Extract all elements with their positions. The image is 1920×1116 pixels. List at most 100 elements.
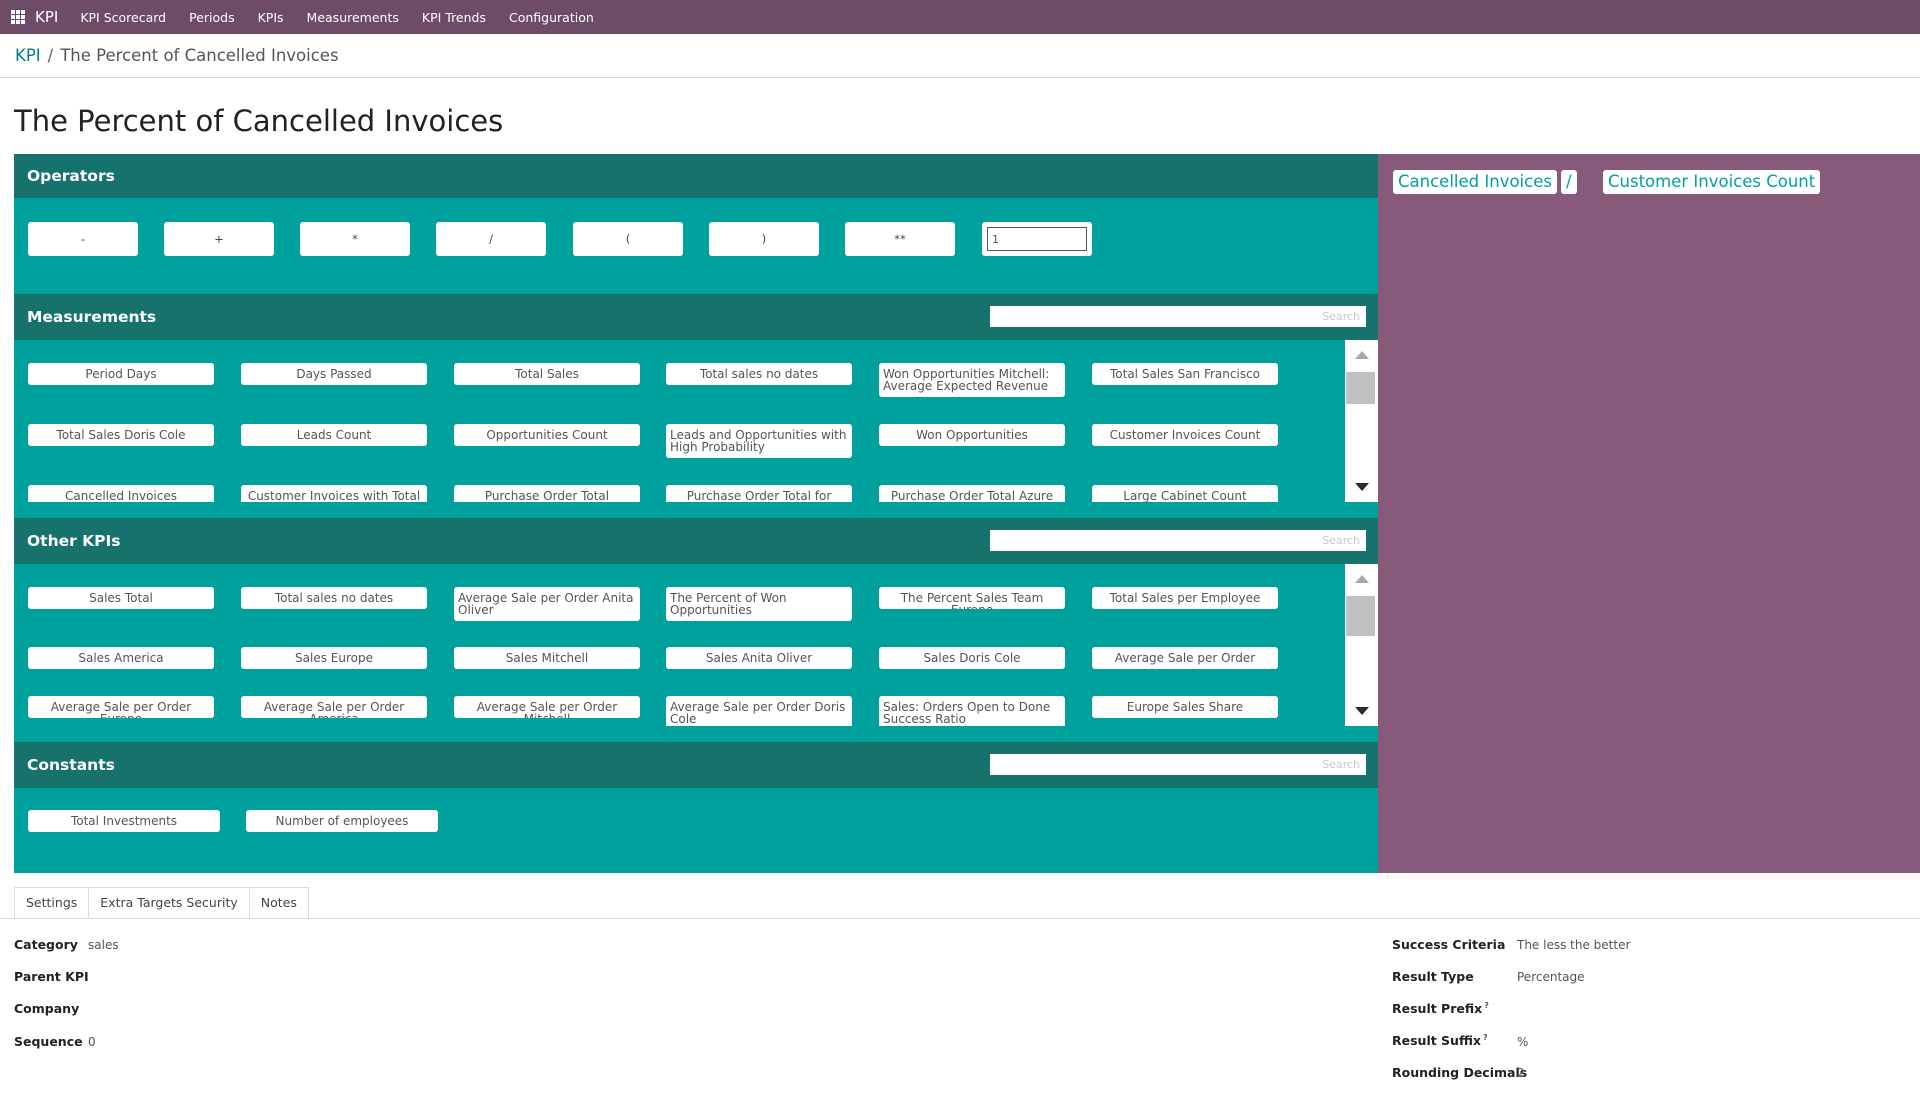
operator-close-paren-button[interactable]: )	[709, 222, 819, 256]
constants-title: Constants	[27, 756, 115, 774]
measurement-item[interactable]: Won Opportunities	[879, 424, 1065, 446]
constants-list: Total Investments Number of employees	[14, 788, 1378, 868]
result-type-label: Result Type	[1392, 969, 1474, 984]
kpi-item[interactable]: Sales: Orders Open to Done Success Ratio	[879, 696, 1065, 726]
measurements-title: Measurements	[27, 308, 157, 326]
measurement-item[interactable]: Purchase Order Total Azure	[879, 485, 1065, 502]
measurement-item[interactable]: Purchase Order Total for Orders	[666, 485, 852, 502]
rounding-decimals-value[interactable]: 2	[1517, 1066, 1525, 1080]
kpi-item[interactable]: Average Sale per Order	[1092, 647, 1278, 669]
breadcrumb-kpi-link[interactable]: KPI	[15, 46, 41, 65]
menu-periods[interactable]: Periods	[189, 10, 235, 25]
measurement-item[interactable]: Won Opportunities Mitchell: Average Expe…	[879, 363, 1065, 397]
scroll-thumb[interactable]	[1346, 372, 1375, 404]
formula-token[interactable]: Customer Invoices Count	[1603, 170, 1821, 194]
rounding-decimals-label: Rounding Decimals	[1392, 1065, 1528, 1080]
measurement-item[interactable]: Large Cabinet Count	[1092, 485, 1278, 502]
scroll-down-arrow-icon[interactable]	[1355, 483, 1369, 491]
measurements-search-input[interactable]	[990, 306, 1366, 327]
constants-header: Constants	[14, 742, 1378, 788]
operator-multiply-button[interactable]: *	[300, 222, 410, 256]
menu-kpis[interactable]: KPIs	[258, 10, 284, 25]
kpi-item[interactable]: Total Sales per Employee	[1092, 587, 1278, 609]
kpi-item[interactable]: Average Sale per Order Mitchell	[454, 696, 640, 718]
operator-power-button[interactable]: **	[845, 222, 955, 256]
formula-token[interactable]: Cancelled Invoices	[1393, 170, 1557, 194]
kpi-item[interactable]: Sales Total	[28, 587, 214, 609]
scroll-down-arrow-icon[interactable]	[1355, 707, 1369, 715]
measurement-item[interactable]: Leads Count	[241, 424, 427, 446]
operator-open-paren-button[interactable]: (	[573, 222, 683, 256]
number-operator-box	[982, 222, 1092, 256]
result-prefix-label: Result Prefix?	[1392, 1001, 1489, 1016]
measurements-scrollbar[interactable]	[1345, 340, 1378, 502]
parent-kpi-label: Parent KPI	[14, 969, 89, 984]
kpi-item[interactable]: Sales Europe	[241, 647, 427, 669]
measurement-item[interactable]: Cancelled Invoices	[28, 485, 214, 502]
other-kpis-search-input[interactable]	[990, 530, 1366, 551]
scroll-up-arrow-icon[interactable]	[1355, 351, 1369, 359]
result-suffix-label: Result Suffix?	[1392, 1033, 1488, 1048]
other-kpis-scrollbar[interactable]	[1345, 564, 1378, 726]
measurement-item[interactable]: Period Days	[28, 363, 214, 385]
kpi-item[interactable]: Europe Sales Share	[1092, 696, 1278, 718]
kpi-item[interactable]: Sales America	[28, 647, 214, 669]
measurement-item[interactable]: Total Sales	[454, 363, 640, 385]
measurements-header: Measurements	[14, 294, 1378, 340]
kpi-item[interactable]: The Percent of Won Opportunities	[666, 587, 852, 621]
measurement-item[interactable]: Customer Invoices Count	[1092, 424, 1278, 446]
kpi-item[interactable]: Sales Doris Cole	[879, 647, 1065, 669]
kpi-item[interactable]: Sales Mitchell	[454, 647, 640, 669]
sequence-label: Sequence	[14, 1034, 83, 1049]
menu-kpi-scorecard[interactable]: KPI Scorecard	[80, 10, 166, 25]
success-criteria-value[interactable]: The less the better	[1517, 938, 1630, 952]
constants-search-input[interactable]	[990, 754, 1366, 775]
number-operator-input[interactable]	[987, 227, 1087, 251]
measurement-item[interactable]: Purchase Order Total	[454, 485, 640, 502]
category-value[interactable]: sales	[88, 938, 119, 952]
result-type-value[interactable]: Percentage	[1517, 970, 1585, 984]
operator-minus-button[interactable]: -	[28, 222, 138, 256]
tab-extra-targets-security[interactable]: Extra Targets Security	[88, 887, 250, 919]
result-suffix-value[interactable]: %	[1517, 1035, 1528, 1049]
tab-notes[interactable]: Notes	[248, 887, 309, 919]
kpi-item[interactable]: Average Sale per Order America	[241, 696, 427, 718]
scroll-up-arrow-icon[interactable]	[1355, 575, 1369, 583]
menu-configuration[interactable]: Configuration	[509, 10, 594, 25]
constant-item[interactable]: Number of employees	[246, 810, 438, 832]
kpi-item[interactable]: Average Sale per Order Doris Cole	[666, 696, 852, 726]
result-prefix-label-text: Result Prefix	[1392, 1001, 1483, 1016]
measurement-item[interactable]: Customer Invoices with Total >	[241, 485, 427, 502]
help-tooltip-icon[interactable]: ?	[1484, 1001, 1489, 1010]
formula-builder-panel: Operators - + * / ( ) ** Measurements Pe…	[14, 154, 1378, 873]
tab-settings[interactable]: Settings	[14, 887, 90, 919]
top-navbar: KPI KPI Scorecard Periods KPIs Measureme…	[0, 0, 1920, 34]
operator-plus-button[interactable]: +	[164, 222, 274, 256]
tabs-divider	[0, 918, 1920, 919]
apps-menu-icon[interactable]	[11, 10, 25, 24]
sequence-value[interactable]: 0	[88, 1035, 96, 1049]
measurement-item[interactable]: Total Sales Doris Cole	[28, 424, 214, 446]
menu-kpi-trends[interactable]: KPI Trends	[422, 10, 486, 25]
operators-title: Operators	[27, 167, 115, 185]
breadcrumb-separator: /	[47, 46, 54, 65]
kpi-item[interactable]: Total sales no dates	[241, 587, 427, 609]
measurement-item[interactable]: Leads and Opportunities with High Probab…	[666, 424, 852, 458]
menu-measurements[interactable]: Measurements	[307, 10, 399, 25]
app-brand[interactable]: KPI	[35, 8, 58, 26]
kpi-item[interactable]: The Percent Sales Team Europe	[879, 587, 1065, 609]
constant-item[interactable]: Total Investments	[28, 810, 220, 832]
measurement-item[interactable]: Total sales no dates	[666, 363, 852, 385]
measurement-item[interactable]: Total Sales San Francisco	[1092, 363, 1278, 385]
help-tooltip-icon[interactable]: ?	[1483, 1033, 1488, 1042]
other-kpis-title: Other KPIs	[27, 532, 121, 550]
measurement-item[interactable]: Opportunities Count	[454, 424, 640, 446]
result-suffix-label-text: Result Suffix	[1392, 1033, 1481, 1048]
measurement-item[interactable]: Days Passed	[241, 363, 427, 385]
kpi-item[interactable]: Average Sale per Order Europe	[28, 696, 214, 718]
operator-divide-button[interactable]: /	[436, 222, 546, 256]
kpi-item[interactable]: Average Sale per Order Anita Oliver	[454, 587, 640, 621]
kpi-item[interactable]: Sales Anita Oliver	[666, 647, 852, 669]
formula-token[interactable]: /	[1561, 170, 1577, 194]
scroll-thumb[interactable]	[1346, 596, 1375, 636]
